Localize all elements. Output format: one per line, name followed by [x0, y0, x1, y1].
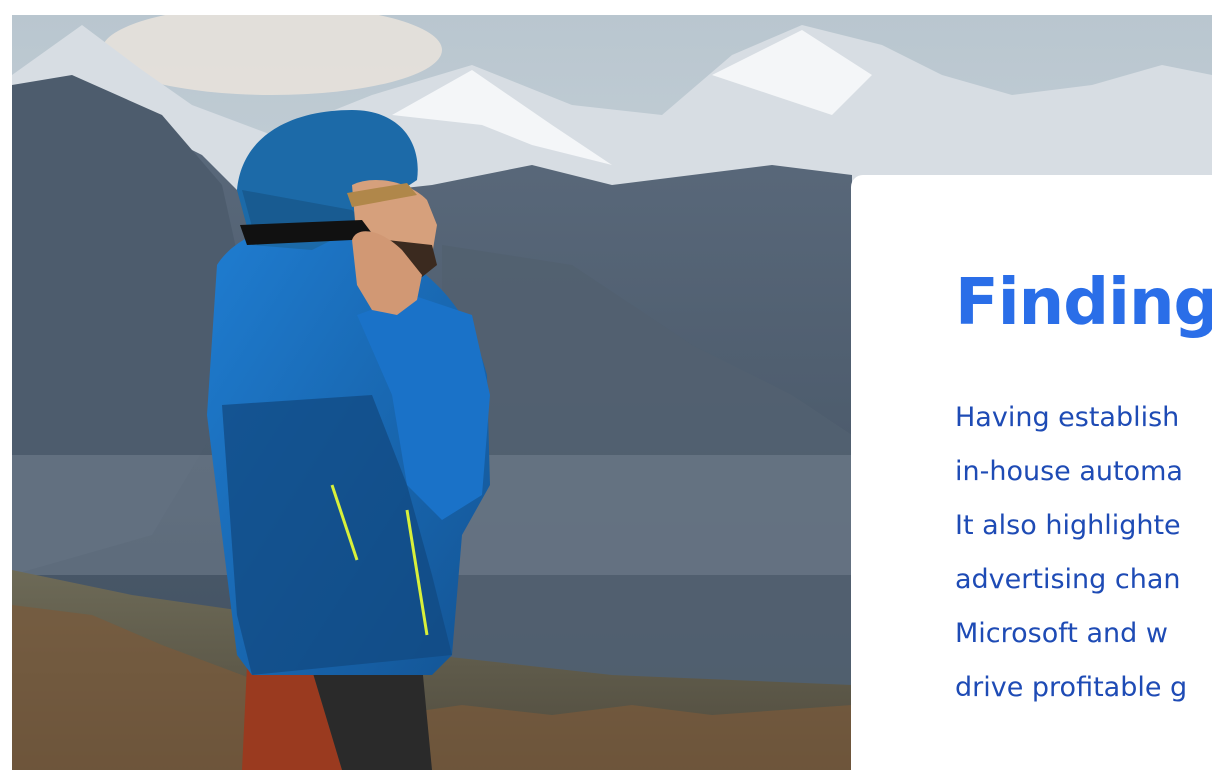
- body-line: Microsoft and w: [955, 618, 1168, 649]
- page: Finding Having establish in-house automa…: [0, 0, 1212, 770]
- card-body: Having establish in-house automa It also…: [955, 391, 1212, 715]
- body-line: It also highlighte: [955, 510, 1181, 541]
- body-line: drive profitable g: [955, 672, 1188, 703]
- card-title: Finding: [955, 266, 1212, 340]
- body-line: advertising chan: [955, 564, 1181, 595]
- body-line: Having establish: [955, 402, 1180, 433]
- content-card: Finding Having establish in-house automa…: [851, 175, 1212, 770]
- body-line: in-house automa: [955, 456, 1183, 487]
